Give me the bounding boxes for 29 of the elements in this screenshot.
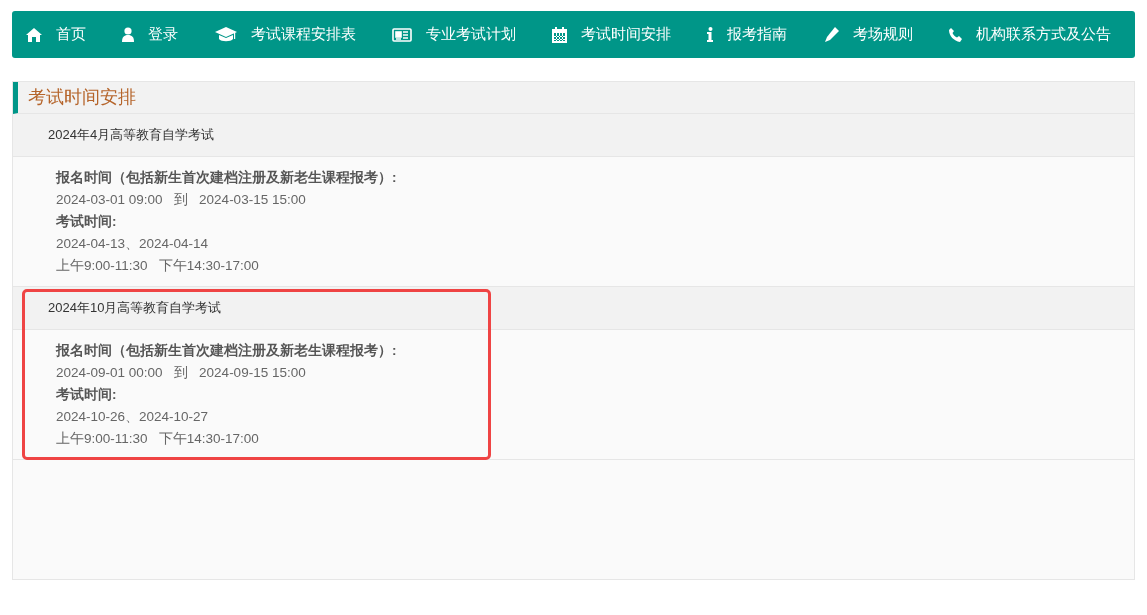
- nav-link[interactable]: 报考指南: [707, 23, 788, 46]
- pencil-icon: [823, 27, 839, 42]
- field-label: 考试时间:: [56, 386, 118, 404]
- user-icon: [122, 27, 135, 42]
- info-icon: [707, 27, 714, 42]
- field-value: 2024-03-01 09:00 到 2024-03-15 15:00: [56, 191, 307, 209]
- field-value: 2024-10-26、2024-10-27: [56, 408, 210, 426]
- nav-link[interactable]: 专业考试计划: [391, 23, 516, 46]
- graduation-cap-icon: [214, 27, 237, 42]
- nav-link[interactable]: 考试时间安排: [552, 23, 672, 46]
- nav-link[interactable]: 机构联系方式及公告: [948, 23, 1111, 46]
- nav-link[interactable]: 登录: [122, 23, 179, 46]
- field-value: 2024-09-01 00:00 到 2024-09-15 15:00: [56, 364, 307, 382]
- field-value: 上午9:00-11:30 下午14:30-17:00: [56, 257, 260, 275]
- field-label: 报名时间（包括新生首次建档注册及新老生课程报考）:: [56, 342, 398, 360]
- field-value: 2024-04-13、2024-04-14: [56, 235, 210, 253]
- nav-link[interactable]: 首页: [26, 23, 86, 46]
- phone-icon: [948, 27, 962, 42]
- field-label: 报名时间（包括新生首次建档注册及新老生课程报考）:: [56, 169, 398, 187]
- section-title: 2024年4月高等教育自学考试: [48, 126, 215, 145]
- section-title: 2024年10月高等教育自学考试: [48, 299, 222, 318]
- panel-title: 考试时间安排: [28, 86, 136, 109]
- home-icon: [26, 27, 42, 42]
- calendar-icon: [552, 26, 568, 43]
- nav-link[interactable]: 考试课程安排表: [214, 23, 356, 46]
- field-value: 上午9:00-11:30 下午14:30-17:00: [56, 430, 260, 448]
- nav-link[interactable]: 考场规则: [823, 23, 913, 46]
- newspaper-icon: [391, 27, 412, 42]
- field-label: 考试时间:: [56, 213, 118, 231]
